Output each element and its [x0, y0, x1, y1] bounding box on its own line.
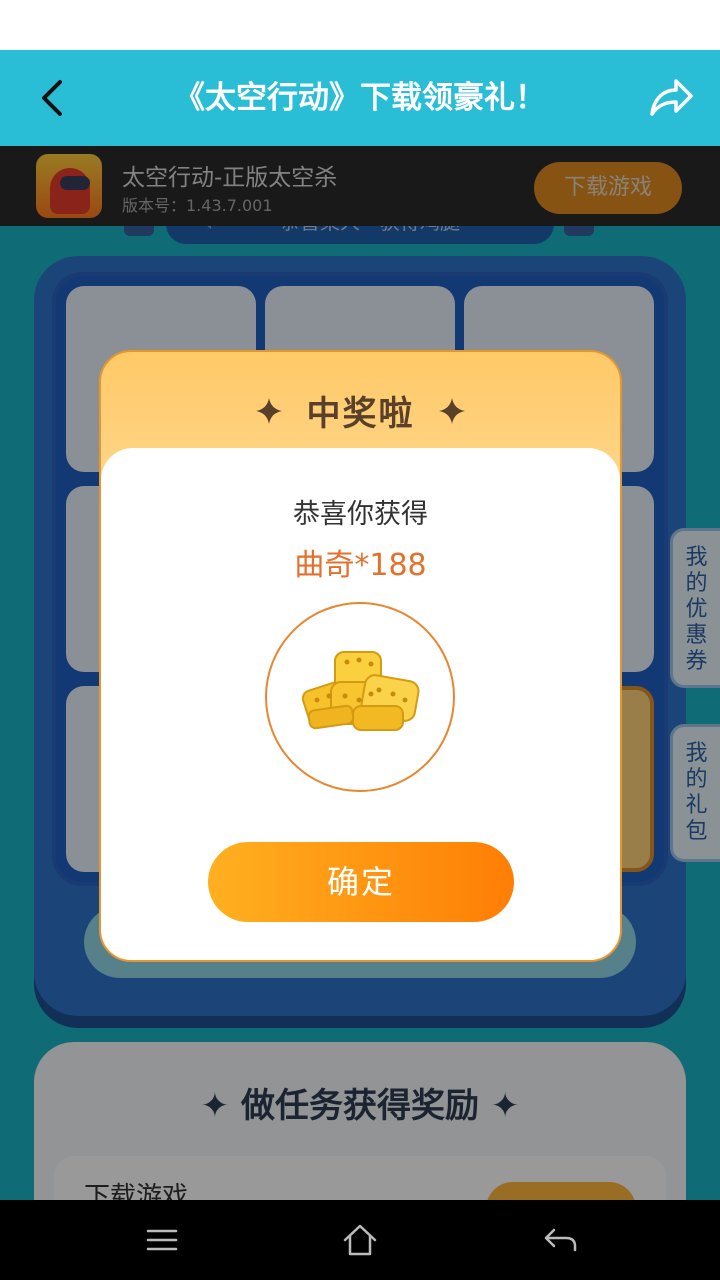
- dialog-title: 中奖啦: [306, 394, 415, 434]
- sparkle-icon: [256, 397, 283, 424]
- header-bar: 《太空行动》下载领豪礼！: [0, 50, 720, 146]
- menu-icon[interactable]: [142, 1220, 182, 1260]
- cookie-icon: [301, 651, 420, 731]
- dialog-body: 恭喜你获得 曲奇*188 确定: [101, 448, 620, 960]
- share-icon[interactable]: [644, 72, 696, 124]
- prize-dialog: 中奖啦 恭喜你获得 曲奇*188 确定: [99, 350, 622, 962]
- dialog-header: 中奖啦: [101, 386, 620, 438]
- congrats-text: 恭喜你获得: [293, 499, 428, 530]
- home-icon[interactable]: [340, 1220, 380, 1260]
- back-arrow-icon[interactable]: [540, 1220, 580, 1260]
- sparkle-icon: [438, 397, 465, 424]
- status-bar: [0, 0, 720, 50]
- chevron-left-icon[interactable]: [28, 72, 80, 124]
- page-title: 《太空行动》下载领豪礼！: [174, 80, 546, 116]
- prize-image: [265, 602, 455, 792]
- confirm-button[interactable]: 确定: [208, 842, 514, 922]
- system-nav-bar: [0, 1200, 720, 1280]
- prize-text: 曲奇*188: [294, 548, 427, 583]
